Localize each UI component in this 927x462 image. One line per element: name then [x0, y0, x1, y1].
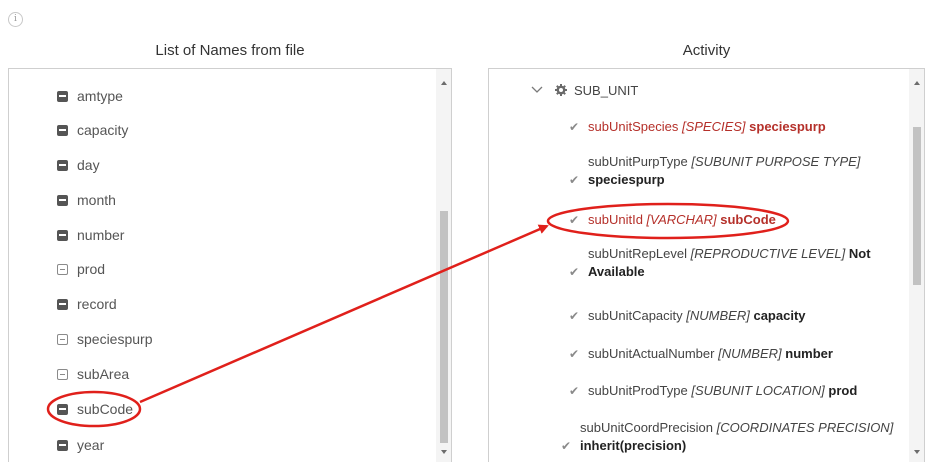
field-name: subUnitProdType — [588, 383, 688, 398]
field-value: subCode — [720, 212, 776, 227]
filled-square-icon — [57, 298, 68, 310]
activity-item-subunitid[interactable]: ✔ subUnitId [VARCHAR] subCode — [569, 211, 899, 229]
field-type: [VARCHAR] — [646, 212, 717, 227]
check-icon: ✔ — [569, 384, 580, 398]
list-item-label: amtype — [77, 88, 123, 104]
filled-square-icon — [57, 439, 68, 451]
field-name: subUnitId — [588, 212, 643, 227]
list-item-amtype[interactable]: amtype — [57, 84, 123, 108]
field-value: speciespurp — [749, 119, 826, 134]
field-value: number — [785, 346, 833, 361]
outline-square-icon — [57, 333, 68, 345]
check-icon: ✔ — [569, 120, 580, 134]
list-item-label: month — [77, 192, 116, 208]
chevron-down-icon[interactable] — [531, 86, 543, 94]
activity-item-subunitspecies[interactable]: ✔ subUnitSpecies [SPECIES] speciespurp — [569, 118, 899, 136]
activity-item-subunitpurptype[interactable]: ✔ subUnitPurpType [SUBUNIT PURPOSE TYPE]… — [569, 153, 899, 189]
field-value: inherit(precision) — [580, 438, 687, 453]
list-item-day[interactable]: day — [57, 153, 100, 177]
filled-square-icon — [57, 229, 68, 241]
filled-square-icon — [57, 124, 68, 136]
field-name: subUnitSpecies — [588, 119, 679, 134]
field-value: capacity — [753, 308, 806, 323]
list-item-label: subArea — [77, 366, 130, 382]
field-name: subUnitCapacity — [588, 308, 683, 323]
names-list-panel: amtype capacity day month number prod re… — [8, 68, 452, 462]
scroll-down-icon[interactable] — [914, 450, 920, 454]
field-name: subUnitCoordPrecision — [580, 420, 713, 435]
list-item-capacity[interactable]: capacity — [57, 118, 128, 142]
field-value: speciespurp — [588, 172, 665, 187]
activity-item-subunitactualnumber[interactable]: ✔ subUnitActualNumber [NUMBER] number — [569, 345, 899, 363]
list-item-label: speciespurp — [77, 331, 153, 347]
check-icon: ✔ — [561, 439, 572, 453]
filled-square-icon — [57, 90, 68, 102]
info-icon[interactable]: i — [8, 12, 23, 27]
left-panel-title: List of Names from file — [155, 42, 305, 59]
list-item-year[interactable]: year — [57, 433, 104, 457]
right-panel-title: Activity — [682, 42, 731, 59]
scroll-up-icon[interactable] — [914, 81, 920, 85]
right-scroll-thumb[interactable] — [913, 127, 921, 285]
list-item-label: capacity — [77, 122, 129, 138]
scroll-down-icon[interactable] — [441, 450, 447, 454]
outline-square-icon — [57, 368, 68, 380]
left-scrollbar[interactable] — [436, 69, 451, 462]
filled-square-icon — [57, 159, 68, 171]
tree-node-label: SUB_UNIT — [574, 82, 639, 98]
field-type: [REPRODUCTIVE LEVEL] — [690, 246, 846, 261]
list-item-label: number — [77, 227, 125, 243]
list-item-record[interactable]: record — [57, 292, 117, 316]
field-name: subUnitPurpType — [588, 154, 688, 169]
filled-square-icon — [57, 403, 68, 415]
field-type: [SUBUNIT LOCATION] — [691, 383, 825, 398]
gear-icon — [555, 84, 567, 96]
field-name: subUnitRepLevel — [588, 246, 688, 261]
list-item-label: prod — [77, 261, 106, 277]
activity-item-subunitreplevel[interactable]: ✔ subUnitRepLevel [REPRODUCTIVE LEVEL] N… — [569, 245, 899, 281]
field-type: [SUBUNIT PURPOSE TYPE] — [691, 154, 861, 169]
activity-item-subunitcoordprecision[interactable]: ✔ subUnitCoordPrecision [COORDINATES PRE… — [561, 419, 906, 455]
field-value: prod — [828, 383, 858, 398]
list-item-label: day — [77, 157, 100, 173]
list-item-subcode[interactable]: subCode — [57, 397, 133, 421]
field-type: [NUMBER] — [718, 346, 782, 361]
outline-square-icon — [57, 263, 68, 275]
field-type: [COORDINATES PRECISION] — [716, 420, 894, 435]
check-icon: ✔ — [569, 347, 580, 361]
left-scroll-thumb[interactable] — [440, 211, 448, 443]
list-item-month[interactable]: month — [57, 188, 116, 212]
activity-item-subunitprodtype[interactable]: ✔ subUnitProdType [SUBUNIT LOCATION] pro… — [569, 382, 899, 400]
activity-panel: SUB_UNIT ✔ subUnitSpecies [SPECIES] spec… — [488, 68, 925, 462]
check-icon: ✔ — [569, 309, 580, 323]
list-item-number[interactable]: number — [57, 223, 124, 247]
list-item-speciespurp[interactable]: speciespurp — [57, 327, 153, 351]
check-icon: ✔ — [569, 265, 580, 279]
list-item-label: year — [77, 437, 105, 453]
field-type: [SPECIES] — [681, 119, 746, 134]
right-scrollbar[interactable] — [909, 69, 924, 462]
check-icon: ✔ — [569, 213, 580, 227]
tree-node-sub-unit[interactable]: SUB_UNIT — [531, 79, 638, 101]
field-type: [NUMBER] — [686, 308, 750, 323]
filled-square-icon — [57, 194, 68, 206]
check-icon: ✔ — [569, 173, 580, 187]
list-item-label: subCode — [77, 401, 134, 417]
list-item-subarea[interactable]: subArea — [57, 362, 129, 386]
field-name: subUnitActualNumber — [588, 346, 715, 361]
list-item-label: record — [77, 296, 117, 312]
activity-item-subunitcapacity[interactable]: ✔ subUnitCapacity [NUMBER] capacity — [569, 307, 899, 325]
list-item-prod[interactable]: prod — [57, 257, 105, 281]
scroll-up-icon[interactable] — [441, 81, 447, 85]
